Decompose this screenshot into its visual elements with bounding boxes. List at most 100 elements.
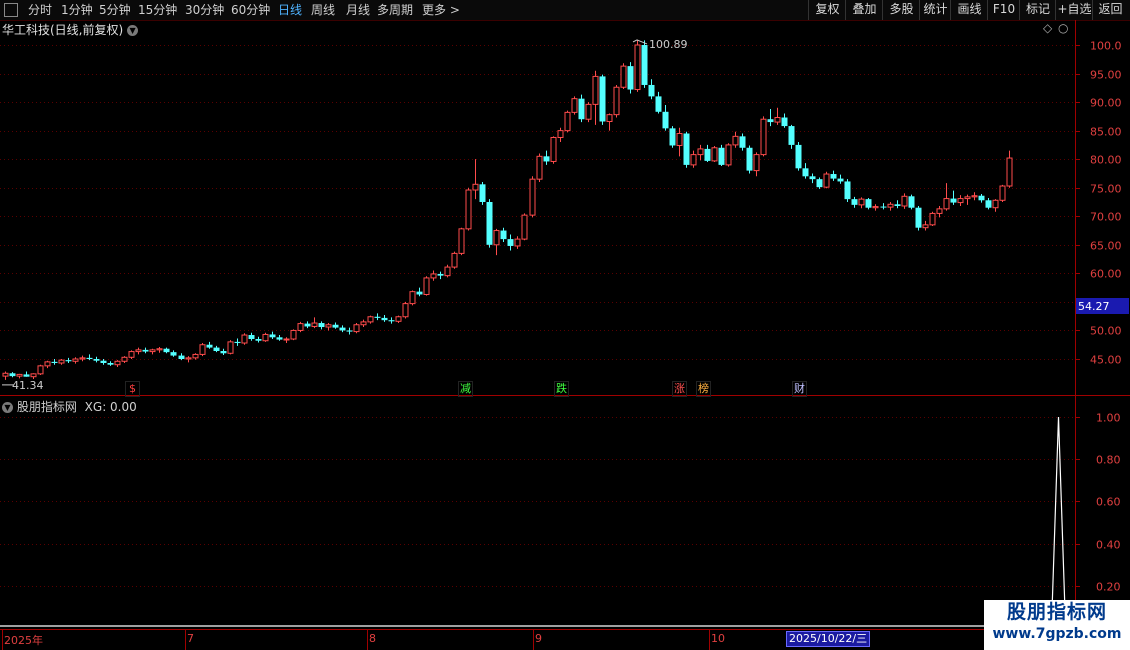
date-axis: 2025年 7 8 9 10 bbox=[0, 630, 1075, 650]
candle-body-down bbox=[978, 195, 985, 201]
candle-body-down bbox=[437, 273, 444, 276]
candle-body-up bbox=[128, 351, 135, 358]
price-tick-label: 60.00 bbox=[1090, 268, 1122, 281]
candle-body-up bbox=[290, 329, 297, 340]
candle-body-down bbox=[332, 324, 339, 328]
candle-body-down bbox=[915, 207, 922, 228]
last-price-label: 54.27 bbox=[1078, 300, 1110, 313]
candle-body-down bbox=[655, 96, 662, 112]
candle-body-down bbox=[844, 181, 851, 200]
candle-body-down bbox=[669, 128, 676, 146]
candle-body-down bbox=[178, 355, 185, 359]
candle-body-down bbox=[65, 360, 72, 362]
candle-body-up bbox=[550, 136, 557, 162]
event-marker-4[interactable]: 榜 bbox=[696, 381, 711, 397]
candle-body-up bbox=[283, 338, 290, 341]
candle-body-down bbox=[276, 337, 283, 340]
candle-body-down bbox=[578, 98, 585, 120]
candle-body-up bbox=[774, 117, 781, 123]
candle-body-up bbox=[58, 359, 65, 364]
event-marker-0[interactable]: $ bbox=[125, 381, 140, 397]
candle-body-up bbox=[135, 349, 142, 353]
date-label-1: 7 bbox=[187, 632, 194, 645]
indicator-tick-label: 0.20 bbox=[1096, 581, 1121, 594]
candle-body-up bbox=[613, 86, 620, 116]
date-cursor-label: 2025/10/22/三 bbox=[786, 631, 871, 647]
candle-body-up bbox=[30, 373, 37, 378]
candle-body-down bbox=[381, 317, 388, 321]
event-marker-1[interactable]: 减 bbox=[458, 381, 473, 397]
candle-body-up bbox=[564, 111, 571, 132]
event-marker-3[interactable]: 涨 bbox=[672, 381, 687, 397]
indicator-tick-label: 0.60 bbox=[1096, 496, 1121, 509]
candle-body-down bbox=[416, 291, 423, 295]
candle-body-up bbox=[458, 228, 465, 254]
candle-body-up bbox=[971, 195, 978, 198]
candle-body-up bbox=[262, 333, 269, 342]
candle-body-down bbox=[100, 360, 107, 363]
candle-body-up bbox=[185, 357, 192, 360]
candle-body-down bbox=[107, 362, 114, 365]
candle-body-up bbox=[149, 349, 156, 353]
event-marker-5[interactable]: 财 bbox=[792, 381, 807, 397]
candle-body-down bbox=[51, 361, 58, 363]
chevron-down-icon[interactable]: ▼ bbox=[2, 402, 13, 413]
candle-body-up bbox=[192, 353, 199, 359]
candle-body-up bbox=[697, 148, 704, 156]
candle-body-up bbox=[887, 203, 894, 208]
candle-body-up bbox=[297, 323, 304, 331]
candle-body-down bbox=[648, 84, 655, 97]
candle-body-up bbox=[79, 357, 86, 360]
candle-body-up bbox=[199, 344, 206, 355]
candle-body-up bbox=[472, 183, 479, 191]
candle-body-up bbox=[465, 189, 472, 230]
candle-body-up bbox=[922, 224, 929, 229]
candle-body-up bbox=[964, 196, 971, 200]
candle-body-down bbox=[908, 196, 915, 208]
candle-body-up bbox=[957, 198, 964, 204]
date-tick bbox=[367, 630, 368, 650]
candle-body-up bbox=[606, 114, 613, 123]
date-label-0: 2025年 bbox=[4, 634, 43, 647]
candle-body-down bbox=[627, 66, 634, 90]
candle-body-up bbox=[943, 198, 950, 210]
candle-body-down bbox=[486, 202, 493, 245]
candle-body-up bbox=[37, 365, 44, 375]
date-label-4: 10 bbox=[711, 632, 725, 645]
candle-body-up bbox=[711, 147, 718, 162]
candle-body-up bbox=[823, 173, 830, 188]
candle-body-down bbox=[830, 174, 837, 179]
candle-body-down bbox=[479, 184, 486, 202]
watermark: 股朋指标网 www.7gpzb.com bbox=[984, 600, 1130, 650]
candle-body-up bbox=[760, 118, 767, 156]
candle-body-down bbox=[170, 352, 177, 356]
indicator-title: ▼ 股朋指标网 XG: 0.00 bbox=[2, 398, 137, 415]
candle-body-down bbox=[93, 359, 100, 361]
candle-body-down bbox=[718, 147, 725, 165]
price-tick-label: 100.0 bbox=[1090, 40, 1122, 53]
indicator-xg-value: XG: 0.00 bbox=[84, 400, 137, 414]
candle-body-up bbox=[753, 154, 760, 172]
candle-body-down bbox=[739, 136, 746, 148]
candle-body-up bbox=[311, 322, 318, 327]
candle-body-down bbox=[206, 344, 213, 348]
candle-body-down bbox=[816, 179, 823, 188]
min-price-label: 41.34 bbox=[12, 379, 44, 392]
candle-body-up bbox=[929, 212, 936, 226]
indicator-tick-label: 0.40 bbox=[1096, 539, 1121, 552]
candle-body-up bbox=[901, 195, 908, 207]
candle-body-up bbox=[536, 155, 543, 180]
candle-body-up bbox=[241, 334, 248, 344]
candle-body-down bbox=[318, 323, 325, 328]
candle-body-down bbox=[788, 126, 795, 145]
price-chart[interactable]: 100.0 95.00 90.00 85.00 80.00 75.00 70.00 65.00… bbox=[0, 0, 1130, 650]
event-marker-2[interactable]: 跌 bbox=[554, 381, 569, 397]
candle-body-down bbox=[346, 330, 353, 332]
date-tick bbox=[709, 630, 710, 650]
candle-body-down bbox=[950, 198, 957, 203]
candle-body-down bbox=[269, 334, 276, 338]
date-label-2: 8 bbox=[369, 632, 376, 645]
candle-body-down bbox=[234, 341, 241, 344]
candle-body-down bbox=[837, 178, 844, 182]
candle-body-up bbox=[529, 178, 536, 216]
